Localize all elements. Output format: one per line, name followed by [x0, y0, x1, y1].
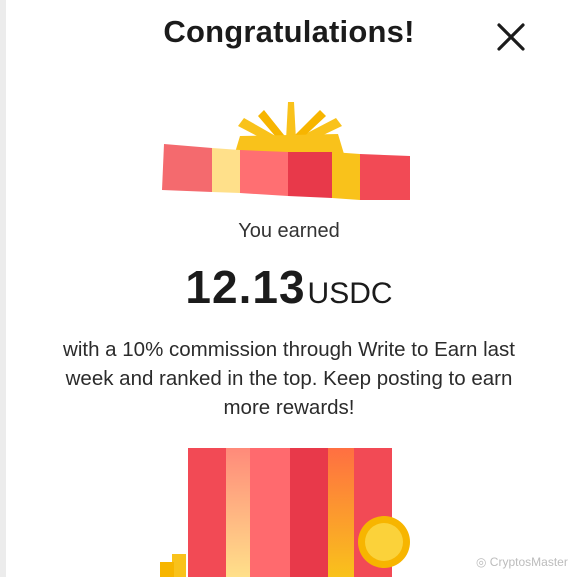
earned-label: You earned: [238, 220, 340, 242]
gift-box-stripes: [188, 448, 392, 577]
close-button[interactable]: [494, 20, 528, 54]
dialog-title: Congratulations!: [163, 14, 415, 49]
reward-description: with a 10% commission through Write to E…: [63, 338, 515, 419]
amount-value: 12.13: [185, 261, 306, 313]
coin-icon: [358, 516, 410, 568]
watermark-label: ◎ CryptosMaster: [476, 555, 568, 569]
gift-lid-stripes: [162, 144, 410, 200]
gift-lid-illustration: [162, 102, 410, 200]
gift-bow-icon: [234, 102, 344, 156]
close-icon: [497, 23, 525, 51]
gold-block-icon: [160, 554, 186, 577]
gift-box-illustration: [160, 448, 410, 577]
reward-amount: 12.13USDC: [0, 260, 578, 314]
currency-label: USDC: [307, 277, 393, 310]
